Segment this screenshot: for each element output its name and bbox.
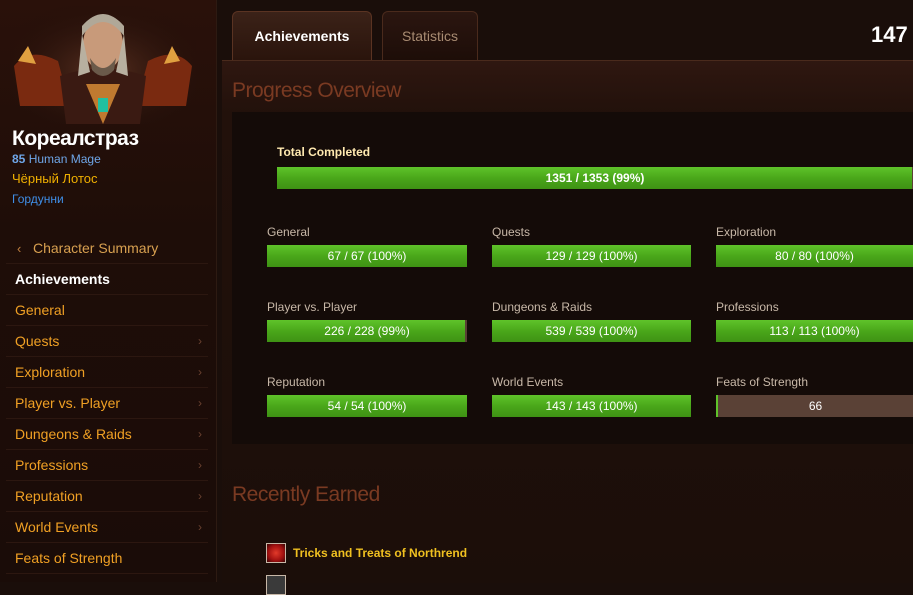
sidebar: Кореалстраз 85 Human Mage Чёрный Лотос Г… xyxy=(0,0,217,582)
total-completed-bar: 1351 / 1353 (99%) xyxy=(277,167,913,189)
category-bar-quests[interactable]: 129 / 129 (100%) xyxy=(492,245,691,267)
chevron-right-icon: › xyxy=(198,458,202,472)
sidebar-item-general[interactable]: General xyxy=(6,295,208,326)
sidebar-item-dungeons-raids[interactable]: Dungeons & Raids › xyxy=(6,419,208,450)
chevron-left-icon: ‹ xyxy=(17,241,22,256)
progress-text: 143 / 143 (100%) xyxy=(545,399,638,413)
category-bar-exploration[interactable]: 80 / 80 (100%) xyxy=(716,245,913,267)
achievement-icon xyxy=(266,575,286,595)
achievement-points: 147 xyxy=(871,22,908,47)
chevron-right-icon: › xyxy=(198,365,202,379)
progress-text: 66 xyxy=(808,399,823,413)
tab-achievements[interactable]: Achievements xyxy=(232,11,372,60)
category-bar-feats-of-strength[interactable]: 66 xyxy=(716,395,913,417)
recently-earned-title: Recently Earned xyxy=(232,483,380,506)
progress-text: 539 / 539 (100%) xyxy=(545,324,638,338)
sidebar-item-label: Reputation xyxy=(15,488,83,504)
category-label-world-events: World Events xyxy=(492,375,564,389)
sidebar-item-label: Achievements xyxy=(15,271,110,287)
sidebar-item-pvp[interactable]: Player vs. Player › xyxy=(6,388,208,419)
category-bar-dungeons-raids[interactable]: 539 / 539 (100%) xyxy=(492,320,691,342)
category-label-professions: Professions xyxy=(716,300,779,314)
progress-text: 226 / 228 (99%) xyxy=(324,324,410,338)
progress-text: 129 / 129 (100%) xyxy=(545,249,638,263)
category-label-feats-of-strength: Feats of Strength xyxy=(716,375,809,389)
sidebar-item-label: Feats of Strength xyxy=(15,550,123,566)
sidebar-item-reputation[interactable]: Reputation › xyxy=(6,481,208,512)
category-label-dungeons-raids: Dungeons & Raids xyxy=(492,300,593,314)
category-bar-world-events[interactable]: 143 / 143 (100%) xyxy=(492,395,691,417)
sidebar-nav: ‹ Character Summary Achievements General… xyxy=(6,233,208,574)
category-label-exploration: Exploration xyxy=(716,225,777,239)
category-bar-general[interactable]: 67 / 67 (100%) xyxy=(267,245,467,267)
sidebar-item-label: Professions xyxy=(15,457,89,473)
sidebar-item-label: World Events xyxy=(15,519,98,535)
chevron-right-icon: › xyxy=(198,489,202,503)
progress-text: 80 / 80 (100%) xyxy=(775,249,854,263)
progress-overview-title: Progress Overview xyxy=(232,79,401,102)
chevron-right-icon: › xyxy=(198,334,202,348)
category-bar-professions[interactable]: 113 / 113 (100%) xyxy=(716,320,913,342)
recent-achievement-link[interactable]: Tricks and Treats of Northrend xyxy=(293,546,467,560)
sidebar-item-label: Dungeons & Raids xyxy=(15,426,132,442)
chevron-right-icon: › xyxy=(198,427,202,441)
sidebar-item-achievements[interactable]: Achievements xyxy=(6,264,208,295)
sidebar-item-label: Character Summary xyxy=(33,240,159,256)
progress-text: 54 / 54 (100%) xyxy=(327,399,407,413)
sidebar-item-label: General xyxy=(15,302,65,318)
character-name: Кореалстраз xyxy=(12,127,139,150)
sidebar-item-world-events[interactable]: World Events › xyxy=(6,512,208,543)
candy-apple-icon xyxy=(266,543,286,563)
character-portrait xyxy=(10,6,196,124)
sidebar-item-label: Exploration xyxy=(15,364,86,380)
progress-text: 67 / 67 (100%) xyxy=(327,249,407,263)
sidebar-item-label: Quests xyxy=(15,333,60,349)
character-realm[interactable]: Гордунни xyxy=(12,192,64,206)
progress-text: 1351 / 1353 (99%) xyxy=(545,171,645,185)
sidebar-item-feats-of-strength[interactable]: Feats of Strength xyxy=(6,543,208,574)
progress-text: 113 / 113 (100%) xyxy=(769,324,860,338)
category-label-reputation: Reputation xyxy=(267,375,326,389)
character-level: 85 xyxy=(12,152,26,166)
sidebar-item-quests[interactable]: Quests › xyxy=(6,326,208,357)
category-label-quests: Quests xyxy=(492,225,531,239)
tab-statistics[interactable]: Statistics xyxy=(382,11,478,60)
character-race-class: Human Mage xyxy=(28,152,101,166)
category-label-pvp: Player vs. Player xyxy=(267,300,358,314)
category-label-general: General xyxy=(267,225,310,239)
category-bar-pvp[interactable]: 226 / 228 (99%) xyxy=(267,320,467,342)
character-guild[interactable]: Чёрный Лотос xyxy=(12,171,98,186)
sidebar-item-exploration[interactable]: Exploration › xyxy=(6,357,208,388)
chevron-right-icon: › xyxy=(198,396,202,410)
category-bar-reputation[interactable]: 54 / 54 (100%) xyxy=(267,395,467,417)
character-level-class: 85 Human Mage xyxy=(12,152,101,166)
sidebar-item-professions[interactable]: Professions › xyxy=(6,450,208,481)
sidebar-item-label: Player vs. Player xyxy=(15,395,121,411)
total-completed-label: Total Completed xyxy=(277,145,371,159)
chevron-right-icon: › xyxy=(198,520,202,534)
sidebar-item-character-summary[interactable]: ‹ Character Summary xyxy=(6,233,208,264)
